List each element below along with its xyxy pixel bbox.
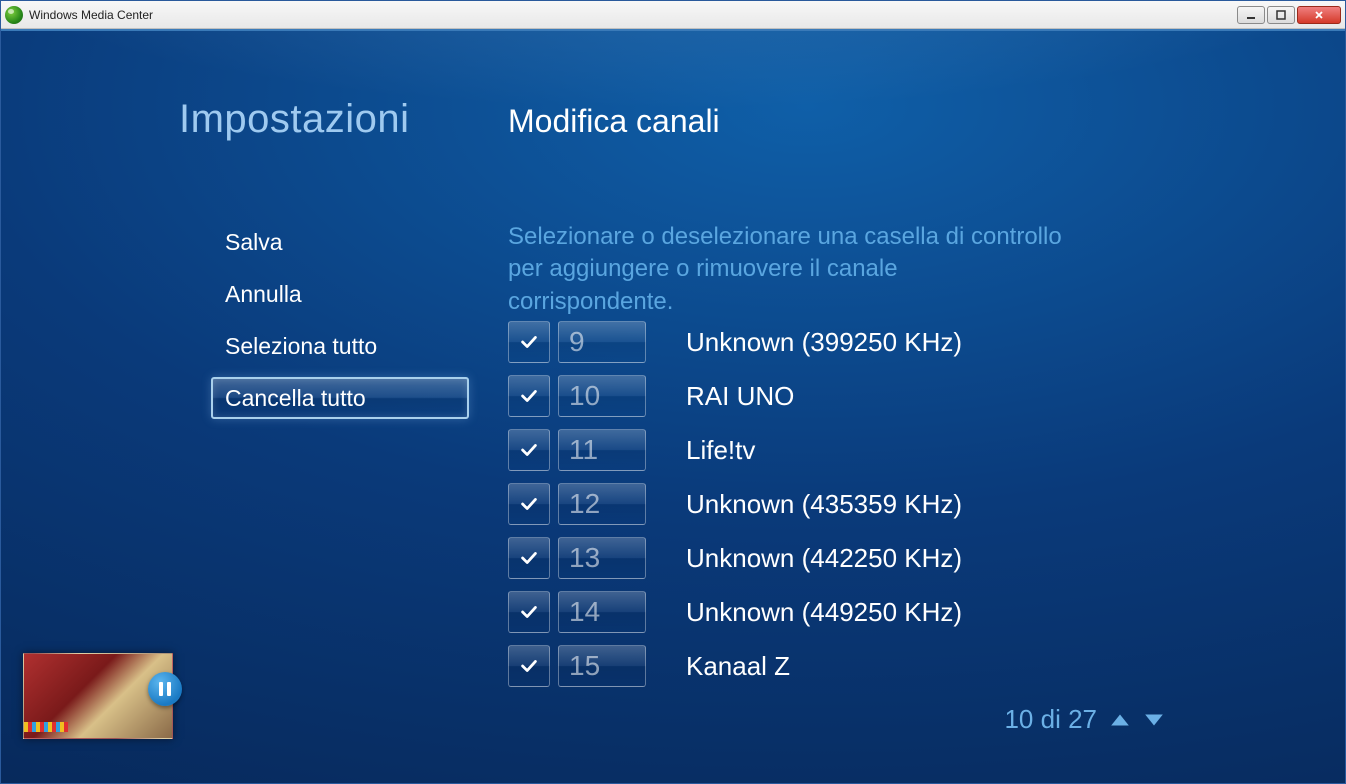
check-icon <box>518 385 540 407</box>
check-icon <box>518 493 540 515</box>
channel-name[interactable]: Unknown (449250 KHz) <box>686 597 962 628</box>
menu-item-label: Salva <box>225 229 283 256</box>
channel-row: 9 Unknown (399250 KHz) <box>508 319 1208 365</box>
channel-row: 13 Unknown (442250 KHz) <box>508 535 1208 581</box>
maximize-button[interactable] <box>1267 6 1295 24</box>
close-button[interactable] <box>1297 6 1341 24</box>
channel-number-box[interactable]: 15 <box>558 645 646 687</box>
channel-number-box[interactable]: 14 <box>558 591 646 633</box>
channel-row: 11 Life!tv <box>508 427 1208 473</box>
channel-checkbox[interactable] <box>508 429 550 471</box>
channel-number-box[interactable]: 9 <box>558 321 646 363</box>
menu-item-3[interactable]: Cancella tutto <box>211 377 469 419</box>
close-icon <box>1314 10 1324 20</box>
channel-list: 9Unknown (399250 KHz)10RAI UNO11Life!tv1… <box>508 319 1208 689</box>
maximize-icon <box>1276 10 1286 20</box>
check-icon <box>518 331 540 353</box>
channel-number: 12 <box>569 488 600 520</box>
channel-checkbox[interactable] <box>508 321 550 363</box>
channel-number-box[interactable]: 10 <box>558 375 646 417</box>
channel-number: 13 <box>569 542 600 574</box>
channel-name[interactable]: RAI UNO <box>686 381 794 412</box>
channel-name[interactable]: Unknown (442250 KHz) <box>686 543 962 574</box>
pause-icon[interactable] <box>148 672 182 706</box>
channel-number-box[interactable]: 12 <box>558 483 646 525</box>
page-up-icon[interactable] <box>1109 712 1131 728</box>
channel-number-box[interactable]: 13 <box>558 537 646 579</box>
pip-logo-stripe <box>24 722 68 732</box>
channel-checkbox[interactable] <box>508 375 550 417</box>
channel-row: 12 Unknown (435359 KHz) <box>508 481 1208 527</box>
check-icon <box>518 547 540 569</box>
sidebar-menu: Salva Annulla Seleziona tutto Cancella tutt… <box>211 221 469 419</box>
minimize-icon <box>1246 10 1256 20</box>
channel-number: 10 <box>569 380 600 412</box>
channel-row: 15 Kanaal Z <box>508 643 1208 689</box>
minimize-button[interactable] <box>1237 6 1265 24</box>
app-icon <box>5 6 23 24</box>
menu-item-0[interactable]: Salva <box>211 221 469 263</box>
pager-text: 10 di 27 <box>1004 704 1097 735</box>
channel-name[interactable]: Kanaal Z <box>686 651 790 682</box>
channel-number: 14 <box>569 596 600 628</box>
channel-name[interactable]: Unknown (435359 KHz) <box>686 489 962 520</box>
channel-row: 14 Unknown (449250 KHz) <box>508 589 1208 635</box>
page-down-icon[interactable] <box>1143 712 1165 728</box>
menu-item-1[interactable]: Annulla <box>211 273 469 315</box>
channel-row: 10 RAI UNO <box>508 373 1208 419</box>
page-title: Modifica canali <box>508 103 720 140</box>
channel-name[interactable]: Life!tv <box>686 435 755 466</box>
channel-number: 11 <box>569 434 598 466</box>
window-buttons <box>1237 6 1341 24</box>
channel-checkbox[interactable] <box>508 537 550 579</box>
menu-item-2[interactable]: Seleziona tutto <box>211 325 469 367</box>
check-icon <box>518 601 540 623</box>
app-window: Windows Media Center Impostazioni Modifi… <box>0 0 1346 784</box>
channel-checkbox[interactable] <box>508 591 550 633</box>
settings-heading: Impostazioni <box>179 97 410 142</box>
check-icon <box>518 439 540 461</box>
menu-item-label: Seleziona tutto <box>225 333 377 360</box>
check-icon <box>518 655 540 677</box>
picture-in-picture[interactable] <box>23 653 173 739</box>
titlebar[interactable]: Windows Media Center <box>1 1 1345 29</box>
channel-number: 9 <box>569 326 585 358</box>
instructions-text: Selezionare o deselezionare una casella … <box>508 221 1068 318</box>
channel-number: 15 <box>569 650 600 682</box>
channel-name[interactable]: Unknown (399250 KHz) <box>686 327 962 358</box>
menu-item-label: Cancella tutto <box>225 385 366 412</box>
pager: 10 di 27 <box>1004 704 1165 735</box>
channel-checkbox[interactable] <box>508 645 550 687</box>
client-area: Impostazioni Modifica canali Salva Annull… <box>1 29 1345 783</box>
menu-item-label: Annulla <box>225 281 302 308</box>
channel-number-box[interactable]: 11 <box>558 429 646 471</box>
channel-checkbox[interactable] <box>508 483 550 525</box>
window-title: Windows Media Center <box>29 8 153 22</box>
